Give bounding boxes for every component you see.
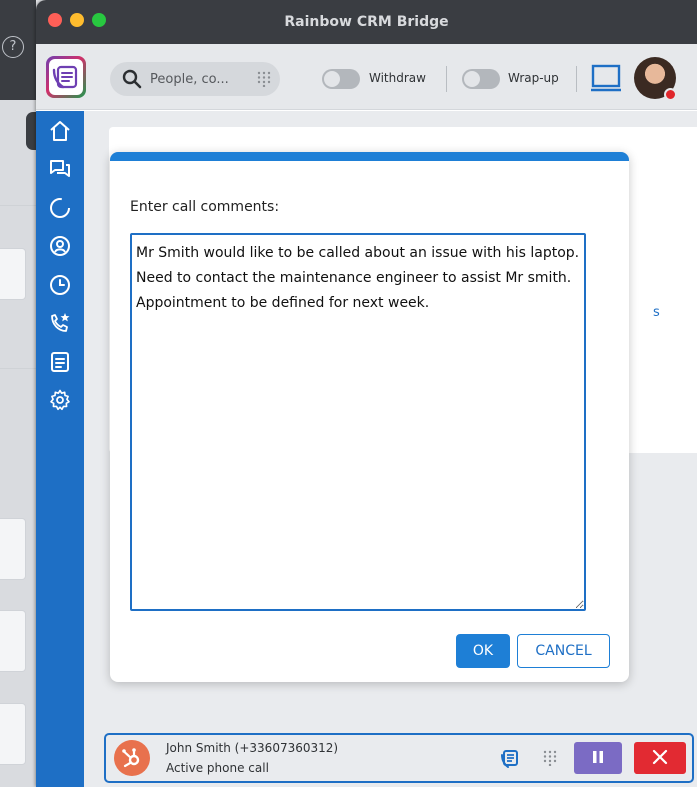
dialpad-icon[interactable] (256, 71, 272, 87)
call-comments-dialog: Enter call comments: OK CANCEL (110, 152, 629, 682)
background-link: s (653, 305, 660, 320)
dialog-title: Enter call comments: (130, 199, 280, 215)
favorite-calls-icon (51, 313, 70, 332)
app-window: Rainbow CRM Bridge People, co... Withdra… (36, 0, 697, 787)
call-status: Active phone call (166, 761, 269, 775)
wrapup-label: Wrap-up (508, 71, 559, 85)
presence-status-icon (664, 88, 677, 101)
background-card (0, 703, 26, 765)
ok-button[interactable]: OK (456, 634, 510, 668)
notes-icon (51, 352, 69, 372)
title-bar: Rainbow CRM Bridge (36, 0, 697, 44)
crm-record-icon[interactable] (500, 749, 520, 769)
history-icon (50, 275, 70, 295)
hold-button[interactable] (574, 742, 622, 774)
background-card (0, 518, 26, 580)
toolbar-divider (446, 66, 447, 92)
hubspot-icon[interactable] (114, 740, 150, 776)
call-comments-textarea[interactable] (130, 233, 586, 611)
caller-name: John Smith (+33607360312) (166, 741, 339, 755)
nav-notes[interactable] (46, 348, 74, 376)
monitor-icon[interactable] (590, 63, 622, 93)
nav-conversations[interactable] (46, 155, 74, 183)
search-box[interactable] (110, 62, 280, 96)
home-icon (50, 121, 70, 141)
wrapup-toggle[interactable] (462, 69, 500, 89)
background-divider (0, 205, 36, 206)
nav-settings[interactable] (46, 386, 74, 414)
conversations-icon (50, 160, 70, 177)
settings-icon (50, 389, 70, 411)
nav-favorite-calls[interactable] (46, 309, 74, 337)
nav-history[interactable] (46, 271, 74, 299)
nav-bubbles[interactable] (46, 194, 74, 222)
close-icon (652, 749, 668, 764)
toolbar: Withdraw Wrap-up (36, 44, 697, 110)
nav-home[interactable] (46, 117, 74, 145)
rainbow-logo-icon[interactable] (46, 56, 86, 98)
nav-contacts[interactable] (46, 232, 74, 260)
search-icon (122, 69, 142, 89)
withdraw-label: Withdraw (369, 71, 426, 85)
withdraw-toggle[interactable] (322, 69, 360, 89)
bubbles-icon (50, 198, 70, 218)
dialpad-icon[interactable] (542, 750, 558, 766)
help-icon: ? (2, 36, 24, 58)
search-input[interactable] (150, 62, 250, 96)
hangup-button[interactable] (634, 742, 686, 774)
contacts-icon (50, 236, 70, 256)
pause-icon (593, 750, 603, 763)
cancel-button[interactable]: CANCEL (517, 634, 610, 668)
sidebar (36, 111, 84, 787)
window-title: Rainbow CRM Bridge (284, 14, 449, 30)
active-call-bar: John Smith (+33607360312) Active phone c… (104, 733, 694, 783)
background-card (0, 610, 26, 672)
toolbar-divider (576, 66, 577, 92)
background-divider (0, 368, 36, 369)
background-card (0, 248, 26, 300)
